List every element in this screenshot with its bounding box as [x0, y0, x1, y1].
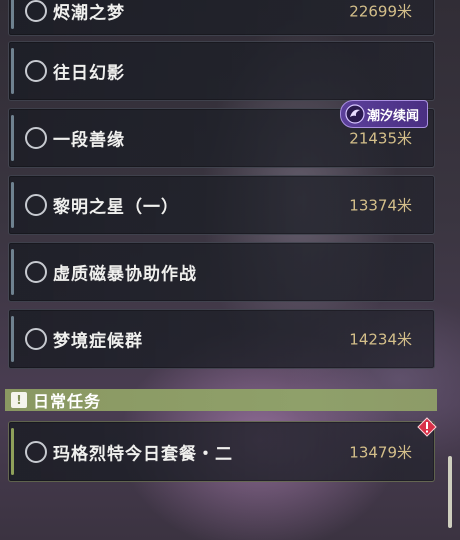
quest-item-1[interactable]: 烬潮之梦 22699米 [8, 0, 435, 36]
exclamation-icon: ! [11, 392, 27, 408]
quest-name: 梦境症候群 [53, 331, 143, 352]
quest-name: 烬潮之梦 [53, 3, 125, 24]
quest-select-circle-icon [25, 194, 47, 216]
quest-distance: 22699米 [349, 2, 412, 21]
quest-list: 烬潮之梦 22699米 往日幻影 一段善缘 21435米 黎明之星（一） 133… [0, 0, 460, 540]
quest-distance: 14234米 [349, 330, 412, 349]
quest-distance: 13479米 [349, 443, 412, 461]
daily-quests-header: ! 日常任务 [5, 389, 437, 411]
quest-item-6[interactable]: 梦境症候群 14234米 [8, 309, 435, 369]
quest-name: 一段善缘 [53, 130, 125, 151]
quest-select-circle-icon [25, 60, 47, 82]
section-title: 日常任务 [33, 392, 102, 411]
quest-distance: 21435米 [349, 129, 412, 148]
quest-select-circle-icon [25, 0, 47, 22]
quest-distance: 13374米 [349, 196, 412, 215]
quest-item-4[interactable]: 黎明之星（一） 13374米 [8, 175, 435, 235]
scrollbar-thumb[interactable] [448, 456, 452, 528]
quest-select-circle-icon [25, 127, 47, 149]
quest-select-circle-icon [25, 261, 47, 283]
daily-quest-item[interactable]: 玛格烈特今日套餐・二 13479米 [8, 421, 435, 482]
quest-name: 玛格烈特今日套餐・二 [53, 444, 233, 464]
tidal-news-badge[interactable]: 潮汐续闻 [340, 100, 429, 128]
red-diamond-alert-icon [417, 417, 437, 437]
quest-item-2[interactable]: 往日幻影 [8, 41, 435, 101]
quest-name: 往日幻影 [53, 63, 125, 84]
badge-label: 潮汐续闻 [367, 108, 420, 124]
quest-select-circle-icon [25, 440, 47, 463]
quest-name: 虚质磁暴协助作战 [53, 264, 197, 285]
quest-name: 黎明之星（一） [53, 197, 179, 218]
quest-item-5[interactable]: 虚质磁暴协助作战 [8, 242, 435, 302]
quest-select-circle-icon [25, 328, 47, 350]
tidal-swirl-icon [345, 104, 365, 124]
